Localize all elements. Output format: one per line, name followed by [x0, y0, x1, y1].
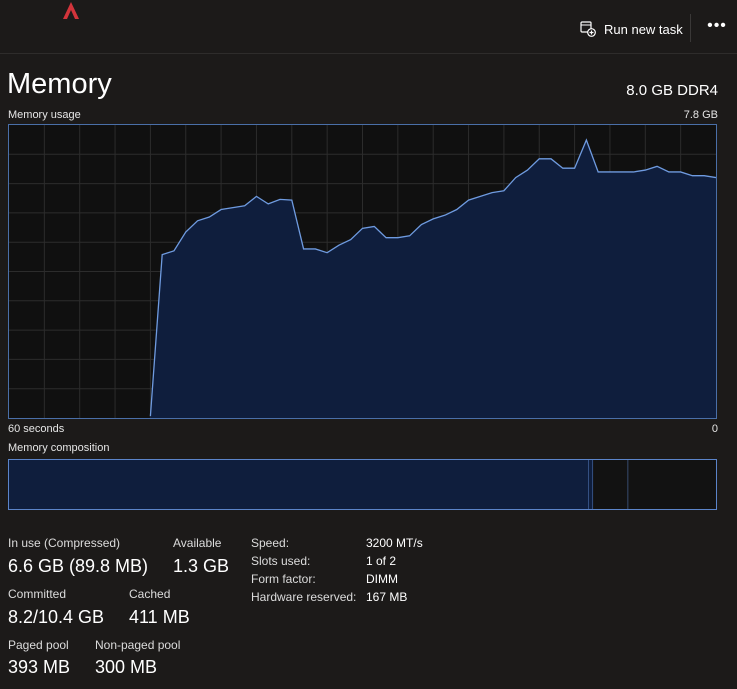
page-title: Memory: [7, 68, 112, 100]
paged-pool-value: 393 MB: [8, 657, 71, 677]
time-axis-start-label: 60 seconds: [8, 423, 65, 435]
composition-segment-modified: [588, 460, 594, 509]
memory-composition-plot: [9, 460, 716, 509]
in-use-label: In use (Compressed): [8, 536, 121, 550]
hardware-reserved-label: Hardware reserved:: [251, 590, 357, 604]
committed-value: 8.2/10.4 GB: [8, 607, 105, 627]
committed-label: Committed: [8, 587, 67, 601]
hardware-reserved-value: 167 MB: [366, 590, 408, 604]
cached-label: Cached: [129, 587, 171, 601]
composition-segment-free: [628, 460, 716, 509]
memory-spec: 8.0 GB DDR4: [626, 82, 718, 99]
memory-usage-chart: [8, 124, 717, 419]
memory-usage-label: Memory usage: [8, 109, 81, 121]
available-label: Available: [173, 536, 222, 550]
slots-used-label: Slots used:: [251, 554, 311, 568]
memory-composition-label: Memory composition: [8, 442, 110, 454]
speed-label: Speed:: [251, 536, 290, 550]
in-use-value: 6.6 GB (89.8 MB): [8, 556, 149, 576]
toolbar-divider: [690, 14, 691, 42]
brand-logo-icon: [63, 2, 79, 19]
nonpaged-pool-label: Non-paged pool: [95, 638, 181, 652]
composition-segment-standby: [593, 460, 629, 509]
composition-segment-in-use: [9, 460, 589, 509]
time-axis-end-label: 0: [711, 423, 718, 435]
memory-composition-bar: [8, 459, 717, 510]
form-factor-label: Form factor:: [251, 572, 316, 586]
memory-usage-plot: [9, 125, 716, 418]
run-new-task-label: Run new task: [604, 21, 683, 37]
run-new-task-button[interactable]: Run new task: [580, 18, 683, 40]
slots-used-value: 1 of 2: [366, 554, 397, 568]
ellipsis-icon: •••: [707, 17, 727, 34]
form-factor-value: DIMM: [366, 572, 398, 586]
speed-value: 3200 MT/s: [366, 536, 423, 550]
nonpaged-pool-value: 300 MB: [95, 657, 158, 677]
cached-value: 411 MB: [129, 607, 190, 627]
more-options-button[interactable]: •••: [705, 15, 729, 39]
memory-max-label: 7.8 GB: [683, 109, 718, 121]
paged-pool-label: Paged pool: [8, 638, 69, 652]
new-task-icon: [580, 21, 596, 37]
available-value: 1.3 GB: [173, 556, 230, 576]
